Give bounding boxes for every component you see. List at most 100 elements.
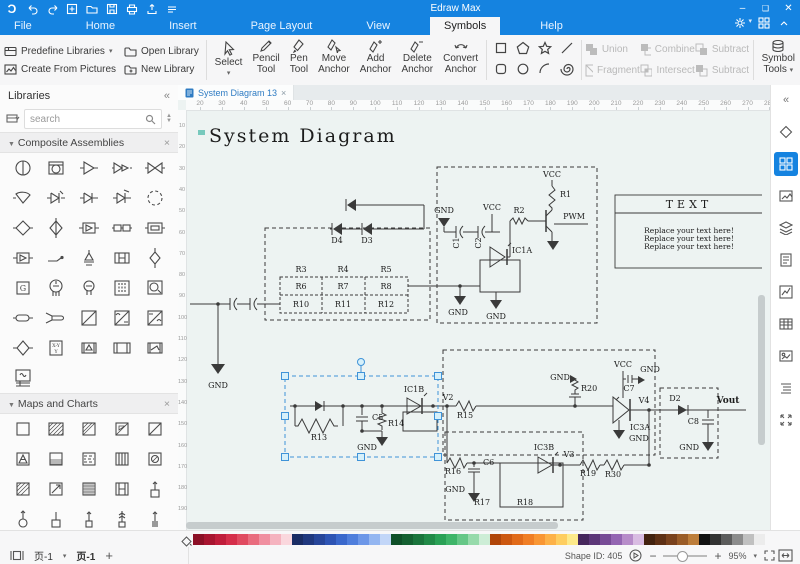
pen-tool-button[interactable]: PenTool [285,35,313,85]
menu-symbols[interactable]: Symbols [430,17,500,35]
color-swatch[interactable] [633,534,644,545]
color-swatch[interactable] [501,534,512,545]
zoom-in-button[interactable]: + [714,549,721,563]
play-presentation-icon[interactable] [629,549,642,562]
fill-color-icon[interactable] [181,536,192,547]
zoom-slider-handle[interactable] [677,551,688,562]
library-symbol-sqdn[interactable] [73,474,106,504]
clipart-icon[interactable] [774,344,798,368]
delete-anchor-button[interactable]: DeleteAnchor [396,35,438,85]
library-symbol-vari[interactable] [106,183,139,213]
color-swatch[interactable] [666,534,677,545]
export-icon[interactable] [144,3,160,15]
document-tab[interactable]: System Diagram 13 × [178,85,294,100]
color-swatch[interactable] [369,534,380,545]
circuit-diagram[interactable]: System Diagram [186,110,762,525]
library-symbol-sqds[interactable] [73,444,106,474]
spiral-shape-icon[interactable] [560,62,574,79]
zoom-slider[interactable] [663,555,707,557]
save-icon[interactable] [104,3,120,15]
table-icon[interactable] [774,312,798,336]
library-symbol-adot[interactable] [40,243,73,273]
select-tool-button[interactable]: Select▾ [210,35,248,85]
color-swatch[interactable] [248,534,259,545]
section-composite-assemblies[interactable]: ▼ Composite Assemblies [8,137,124,149]
color-swatch[interactable] [677,534,688,545]
collapse-ribbon-icon[interactable] [776,17,792,29]
collapse-panel-icon[interactable]: « [164,90,170,102]
arc-shape-icon[interactable] [538,62,552,79]
settings-gear-icon[interactable] [732,17,748,29]
textbox-line[interactable]: Replace your text here! [644,242,734,251]
predefine-libraries-button[interactable]: Predefine Libraries▾ [4,45,116,58]
library-symbol-gbox[interactable]: G [7,273,40,303]
close-section-icon[interactable]: × [164,398,170,410]
redo-icon[interactable] [44,3,60,15]
library-symbol-rot[interactable] [139,273,172,303]
rotation-handle[interactable] [358,359,365,366]
color-swatch[interactable] [556,534,567,545]
library-symbol-sqh[interactable] [40,414,73,444]
library-symbol-dsm[interactable] [139,243,172,273]
color-swatch[interactable] [589,534,600,545]
library-symbol-conv[interactable] [73,303,106,333]
collapse-rail-icon[interactable]: « [774,88,798,112]
page-tab-active[interactable]: 页-1 [76,548,95,563]
library-symbol-mtra[interactable] [73,333,106,363]
library-symbol-amp2[interactable] [106,153,139,183]
layout-grid-icon[interactable] [756,17,772,29]
color-swatch[interactable] [259,534,270,545]
library-symbol-amp[interactable] [73,153,106,183]
undo-icon[interactable] [24,3,40,15]
library-symbol-tube2[interactable] [73,273,106,303]
library-symbol-dia2[interactable] [40,213,73,243]
close-tab-icon[interactable]: × [281,88,286,98]
new-library-button[interactable]: New Library [124,63,199,76]
layers-icon[interactable] [774,216,798,240]
library-symbol-tfmr[interactable] [106,273,139,303]
color-swatch[interactable] [215,534,226,545]
add-page-button[interactable]: + [105,548,113,563]
library-symbol-stack[interactable] [7,363,40,393]
library-symbol-relay[interactable] [106,243,139,273]
color-swatch[interactable] [325,534,336,545]
library-symbol-dcc[interactable] [139,303,172,333]
library-symbol-psq[interactable] [139,474,172,504]
library-symbol-sqd[interactable] [139,414,172,444]
library-symbol-fpair[interactable] [106,213,139,243]
color-swatch[interactable] [699,534,710,545]
move-anchor-button[interactable]: MoveAnchor [313,35,355,85]
color-swatch[interactable] [391,534,402,545]
fit-page-icon[interactable] [774,408,798,432]
library-symbol-sqbar[interactable] [106,444,139,474]
color-swatch[interactable] [644,534,655,545]
circle-shape-icon[interactable] [516,62,530,79]
color-swatch[interactable] [347,534,358,545]
color-swatch[interactable] [314,534,325,545]
library-symbol-bfil[interactable] [139,213,172,243]
color-swatch[interactable] [303,534,314,545]
color-swatch[interactable] [292,534,303,545]
library-symbol-sqc[interactable] [139,444,172,474]
maximize-button[interactable]: ❑ [754,0,777,17]
libraries-rail-icon[interactable] [774,152,798,176]
library-symbol-tube[interactable] [40,273,73,303]
library-symbol-bowtie[interactable] [139,153,172,183]
open-library-button[interactable]: Open Library [124,45,199,58]
color-swatch[interactable] [622,534,633,545]
library-menu-icon[interactable] [6,113,20,125]
fit-width-icon[interactable] [778,549,793,562]
color-swatch[interactable] [402,534,413,545]
library-symbol-fuse[interactable] [7,303,40,333]
theme-fill-icon[interactable] [774,120,798,144]
color-swatch[interactable] [688,534,699,545]
minimize-button[interactable]: – [731,0,754,17]
library-symbol-pm[interactable] [7,153,40,183]
vertical-scrollbar[interactable] [758,295,765,445]
library-symbol-surge[interactable] [40,183,73,213]
color-swatch[interactable] [534,534,545,545]
color-swatch[interactable] [457,534,468,545]
library-symbol-sqhh[interactable] [106,474,139,504]
library-symbol-diode[interactable] [73,183,106,213]
color-swatch[interactable] [611,534,622,545]
